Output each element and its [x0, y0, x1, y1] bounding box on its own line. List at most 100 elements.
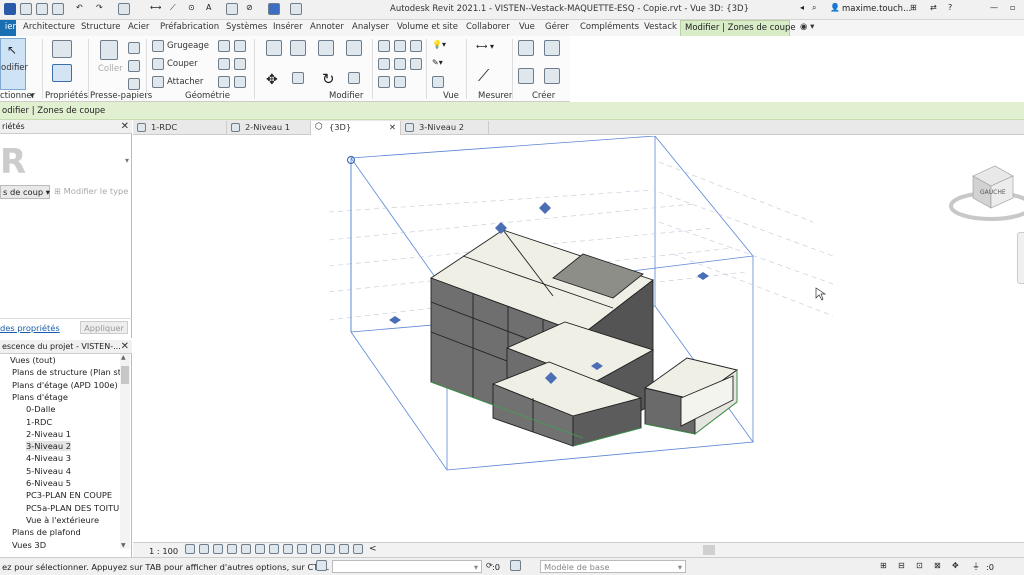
create-group-icon[interactable] — [518, 68, 534, 86]
browser-item[interactable]: 2-Niveau 1 — [26, 429, 71, 439]
binoculars-icon[interactable]: ⌕ — [812, 3, 816, 16]
split-gap-icon[interactable] — [394, 40, 406, 54]
minimize-icon[interactable]: — — [990, 3, 998, 16]
demolish-icon[interactable] — [234, 58, 246, 72]
redo-icon[interactable]: ↷ — [96, 3, 103, 16]
join-label[interactable]: Attacher — [167, 77, 203, 87]
dimension-icon[interactable]: ⟋ — [170, 3, 176, 16]
browser-item[interactable]: 6-Niveau 5 — [26, 478, 71, 488]
reveal-hidden-icon[interactable] — [311, 544, 321, 556]
browser-scrollbar[interactable]: ▲ ▼ — [120, 354, 130, 549]
close-icon[interactable]: ✕ — [389, 122, 396, 132]
crop-view-icon[interactable] — [255, 544, 265, 556]
join-icon[interactable] — [152, 76, 164, 90]
scroll-down-icon[interactable]: ▼ — [121, 542, 126, 549]
analytical-icon[interactable] — [339, 544, 349, 556]
user-name[interactable]: maxime.touch... — [842, 4, 911, 17]
browser-item[interactable]: PC3-PLAN EN COUPE — [26, 490, 112, 500]
detail-level-icon[interactable] — [185, 544, 195, 556]
view-tab-2-niveau-1[interactable]: 2-Niveau 1 — [227, 121, 311, 135]
active-workset-select[interactable]: ▾ — [332, 560, 482, 573]
undo-icon[interactable]: ↶ — [76, 3, 83, 16]
view-cube-label[interactable]: GAUCHE — [980, 189, 1006, 196]
help-icon[interactable]: ? — [948, 3, 952, 16]
chevron-down-icon[interactable]: ▾ — [125, 156, 129, 165]
cope-label[interactable]: Grugeage — [167, 41, 209, 51]
tab-massing-site[interactable]: Volume et site — [397, 22, 458, 32]
view-tab-3d[interactable]: ⬡ {3D} ✕ — [311, 121, 401, 135]
type-properties-icon[interactable] — [52, 40, 72, 60]
tab-add-ins[interactable]: Compléments — [580, 22, 639, 32]
delete-icon[interactable] — [378, 76, 390, 90]
close-icon[interactable]: ✕ — [121, 341, 129, 352]
tab-structure[interactable]: Structure — [81, 22, 121, 32]
tab-collaborate[interactable]: Collaborer — [466, 22, 510, 32]
measure-tool-icon[interactable]: ⟋ — [478, 66, 489, 86]
tab-architecture[interactable]: Architecture — [23, 22, 75, 32]
select-underlay-icon[interactable]: ⊟ — [898, 561, 905, 570]
browser-item[interactable]: Plans de structure (Plan struc — [4, 367, 120, 377]
create-assembly-icon[interactable] — [518, 40, 534, 58]
select-dropdown-icon[interactable]: ▾ — [30, 91, 34, 101]
thin-lines-icon[interactable] — [268, 3, 280, 16]
match-properties-icon[interactable] — [128, 78, 140, 92]
type-selector[interactable]: s de coup ▾ — [0, 185, 50, 199]
browser-item[interactable]: Plans d'étage (APD 100e) — [4, 380, 118, 390]
tag-icon[interactable]: ⊙ — [188, 3, 195, 16]
switch-windows-icon[interactable] — [290, 3, 302, 16]
select-pinned-icon[interactable]: ⊡ — [916, 561, 923, 570]
open-icon[interactable] — [20, 3, 32, 16]
tab-view[interactable]: Vue — [519, 22, 535, 32]
tab-steel[interactable]: Acier — [128, 22, 149, 32]
browser-item[interactable]: Vues 3D — [4, 540, 46, 550]
design-option-select[interactable]: Modèle de base ▾ — [540, 560, 686, 573]
tab-annotate[interactable]: Annoter — [310, 22, 344, 32]
shadows-icon[interactable] — [227, 544, 237, 556]
cope-icon[interactable] — [152, 40, 164, 54]
view-tab-1-rdc[interactable]: 1-RDC — [133, 121, 227, 135]
browser-item[interactable]: 1-RDC — [26, 417, 52, 427]
measure-between-icon[interactable]: ⟷ ▾ — [476, 42, 494, 51]
browser-item[interactable]: PC5a-PLAN DES TOITURE — [26, 503, 120, 513]
cart-icon[interactable]: ⊞ — [910, 3, 917, 16]
split-face-icon[interactable] — [234, 40, 246, 54]
sync-icon[interactable] — [52, 3, 64, 16]
tab-modify-section-box[interactable]: Modifier | Zones de coupe — [680, 20, 796, 36]
view-tab-3-niveau-2[interactable]: 3-Niveau 2 — [401, 121, 489, 135]
properties-help-link[interactable]: des propriétés — [0, 323, 60, 333]
3d-model-view[interactable] — [133, 135, 1024, 542]
show-crop-icon[interactable] — [269, 544, 279, 556]
unjoin-icon[interactable] — [234, 76, 246, 90]
browser-item[interactable]: Plans de plafond — [4, 527, 81, 537]
user-icon[interactable]: 👤 — [830, 3, 840, 16]
section-icon[interactable]: ⊘ — [246, 3, 253, 16]
hide-icon[interactable] — [432, 76, 444, 90]
edit-type-button[interactable]: ⊞ Modifier le type — [54, 186, 128, 196]
drawing-canvas[interactable]: GAUCHE — [133, 135, 1024, 542]
unpin-icon[interactable] — [410, 40, 422, 54]
create-parts-icon[interactable] — [544, 40, 560, 58]
drag-on-selection-icon[interactable]: ✥ — [952, 561, 959, 570]
design-options-icon[interactable] — [510, 560, 521, 573]
navigation-bar[interactable] — [1017, 232, 1024, 284]
tab-manage[interactable]: Gérer — [545, 22, 569, 32]
lock-icon[interactable] — [394, 76, 406, 90]
browser-item[interactable]: Plans d'étage — [4, 392, 68, 402]
revit-logo-icon[interactable] — [4, 3, 16, 16]
tab-insert[interactable]: Insérer — [273, 22, 303, 32]
select-by-face-icon[interactable]: ⊠ — [934, 561, 941, 570]
browser-item[interactable]: 4-Niveau 3 — [26, 453, 71, 463]
array-icon[interactable] — [378, 58, 390, 72]
measure-icon[interactable]: ⟷ — [150, 3, 161, 16]
scroll-up-icon[interactable]: ▲ — [121, 354, 126, 361]
rotate-icon[interactable]: ↻ — [322, 70, 335, 88]
offset-icon[interactable] — [290, 40, 306, 58]
cut-label[interactable]: Couper — [167, 59, 198, 69]
visual-style-icon[interactable] — [199, 544, 209, 556]
restore-icon[interactable]: ▫ — [1010, 3, 1015, 16]
view-scale[interactable]: 1 : 100 — [149, 546, 178, 556]
pin-icon[interactable] — [410, 58, 422, 72]
tab-prefabrication[interactable]: Préfabrication — [160, 22, 219, 32]
close-icon[interactable]: ✕ — [121, 121, 129, 132]
save-icon[interactable] — [36, 3, 48, 16]
